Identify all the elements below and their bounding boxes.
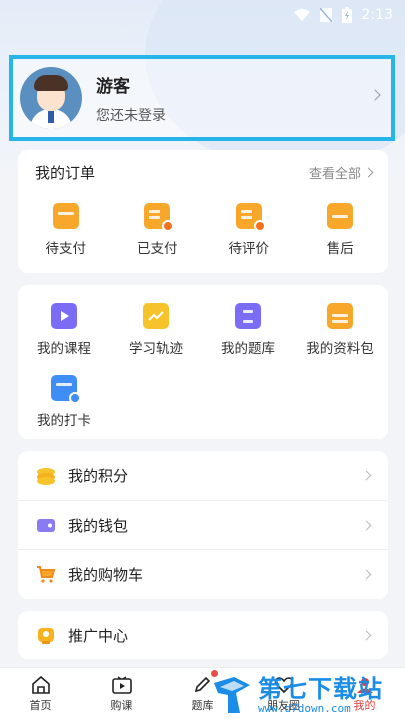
chevron-right-icon (369, 89, 381, 101)
chevron-right-icon (361, 520, 372, 530)
trend-icon (143, 303, 169, 329)
list-item-label: 推广中心 (68, 627, 129, 645)
list-item-label: 我的购物车 (68, 565, 144, 584)
cart-icon (37, 566, 56, 583)
tab-label: 购课 (110, 698, 133, 712)
tab-label: 首页 (29, 698, 52, 712)
home-icon (31, 675, 50, 694)
tool-label: 我的打卡 (37, 413, 91, 429)
avatar (20, 67, 82, 129)
account-list-card: 我的积分 我的钱包 我的购物车 (18, 451, 388, 599)
tab-label: 朋友圈 (267, 698, 300, 712)
list-item-points[interactable]: 我的积分 (18, 451, 388, 500)
purse-icon (37, 519, 55, 532)
video-icon (111, 675, 132, 694)
promo-card: 推广中心 (18, 611, 388, 659)
my-check-in[interactable]: 我的打卡 (18, 375, 110, 429)
wallet-icon (52, 203, 79, 229)
battery-icon (341, 7, 352, 23)
promo-icon (38, 627, 54, 644)
order-after-sales[interactable]: 售后 (295, 203, 387, 257)
return-icon (327, 203, 354, 229)
coins-icon (37, 467, 55, 485)
tools-card: 我的课程 学习轨迹 我的题库 我的资料包 我的打卡 (18, 285, 388, 439)
wifi-icon (293, 9, 310, 21)
tool-label: 我的题库 (221, 341, 275, 357)
paid-doc-icon (144, 203, 175, 232)
view-all-orders-link[interactable]: 查看全部 (308, 163, 374, 182)
list-item-label: 我的钱包 (68, 516, 129, 535)
order-label: 待支付 (45, 241, 87, 257)
course-play-icon (51, 303, 77, 329)
view-all-label: 查看全部 (308, 167, 361, 182)
tab-mine[interactable]: 我的 (324, 668, 405, 720)
status-bar: 2:13 (0, 0, 405, 30)
tab-question-bank[interactable]: 题库 (162, 668, 243, 720)
chevron-right-icon (363, 167, 374, 178)
heart-icon (274, 676, 293, 693)
tab-moments[interactable]: 朋友圈 (243, 668, 324, 720)
list-item-wallet[interactable]: 我的钱包 (18, 500, 388, 549)
order-paid[interactable]: 已支付 (112, 203, 204, 257)
user-icon (356, 677, 373, 693)
order-label: 已支付 (137, 241, 178, 257)
my-courses[interactable]: 我的课程 (18, 303, 110, 357)
learning-track[interactable]: 学习轨迹 (110, 303, 202, 357)
my-material-pack[interactable]: 我的资料包 (294, 303, 386, 357)
list-item-promotion-center[interactable]: 推广中心 (18, 611, 388, 660)
order-pending-payment[interactable]: 待支付 (20, 203, 112, 257)
order-pending-review[interactable]: 待评价 (203, 203, 295, 257)
pencil-icon (194, 676, 210, 692)
chevron-right-icon (361, 569, 372, 579)
chevron-right-icon (361, 630, 372, 641)
orders-card: 我的订单 查看全部 待支付 已支付 待评价 售后 (18, 150, 388, 273)
list-item-cart[interactable]: 我的购物车 (18, 549, 388, 598)
bottom-tab-bar: 首页 购课 题库 朋友圈 我的 (0, 667, 405, 720)
notification-dot (210, 670, 218, 677)
orders-title: 我的订单 (35, 164, 96, 182)
order-label: 待评价 (228, 241, 270, 257)
order-label: 售后 (326, 241, 354, 257)
tool-label: 学习轨迹 (129, 341, 183, 357)
status-time: 2:13 (361, 7, 393, 23)
tab-home[interactable]: 首页 (0, 668, 81, 720)
tool-label: 我的课程 (37, 341, 91, 357)
calendar-check-icon (51, 375, 81, 404)
profile-name: 游客 (96, 76, 130, 97)
chevron-right-icon (361, 470, 372, 481)
tab-buy-courses[interactable]: 购课 (81, 668, 162, 720)
tab-label: 我的 (353, 698, 376, 712)
review-icon (235, 203, 266, 232)
login-prompt: 您还未登录 (96, 107, 166, 124)
my-question-bank[interactable]: 我的题库 (202, 303, 294, 357)
profile-card[interactable]: 游客 您还未登录 (9, 55, 395, 141)
tab-label: 题库 (191, 698, 214, 712)
list-item-label: 我的积分 (68, 467, 129, 485)
folder-icon (327, 303, 353, 329)
question-bank-icon (235, 303, 261, 329)
sim-off-icon (319, 8, 332, 22)
tool-label: 我的资料包 (306, 341, 374, 357)
